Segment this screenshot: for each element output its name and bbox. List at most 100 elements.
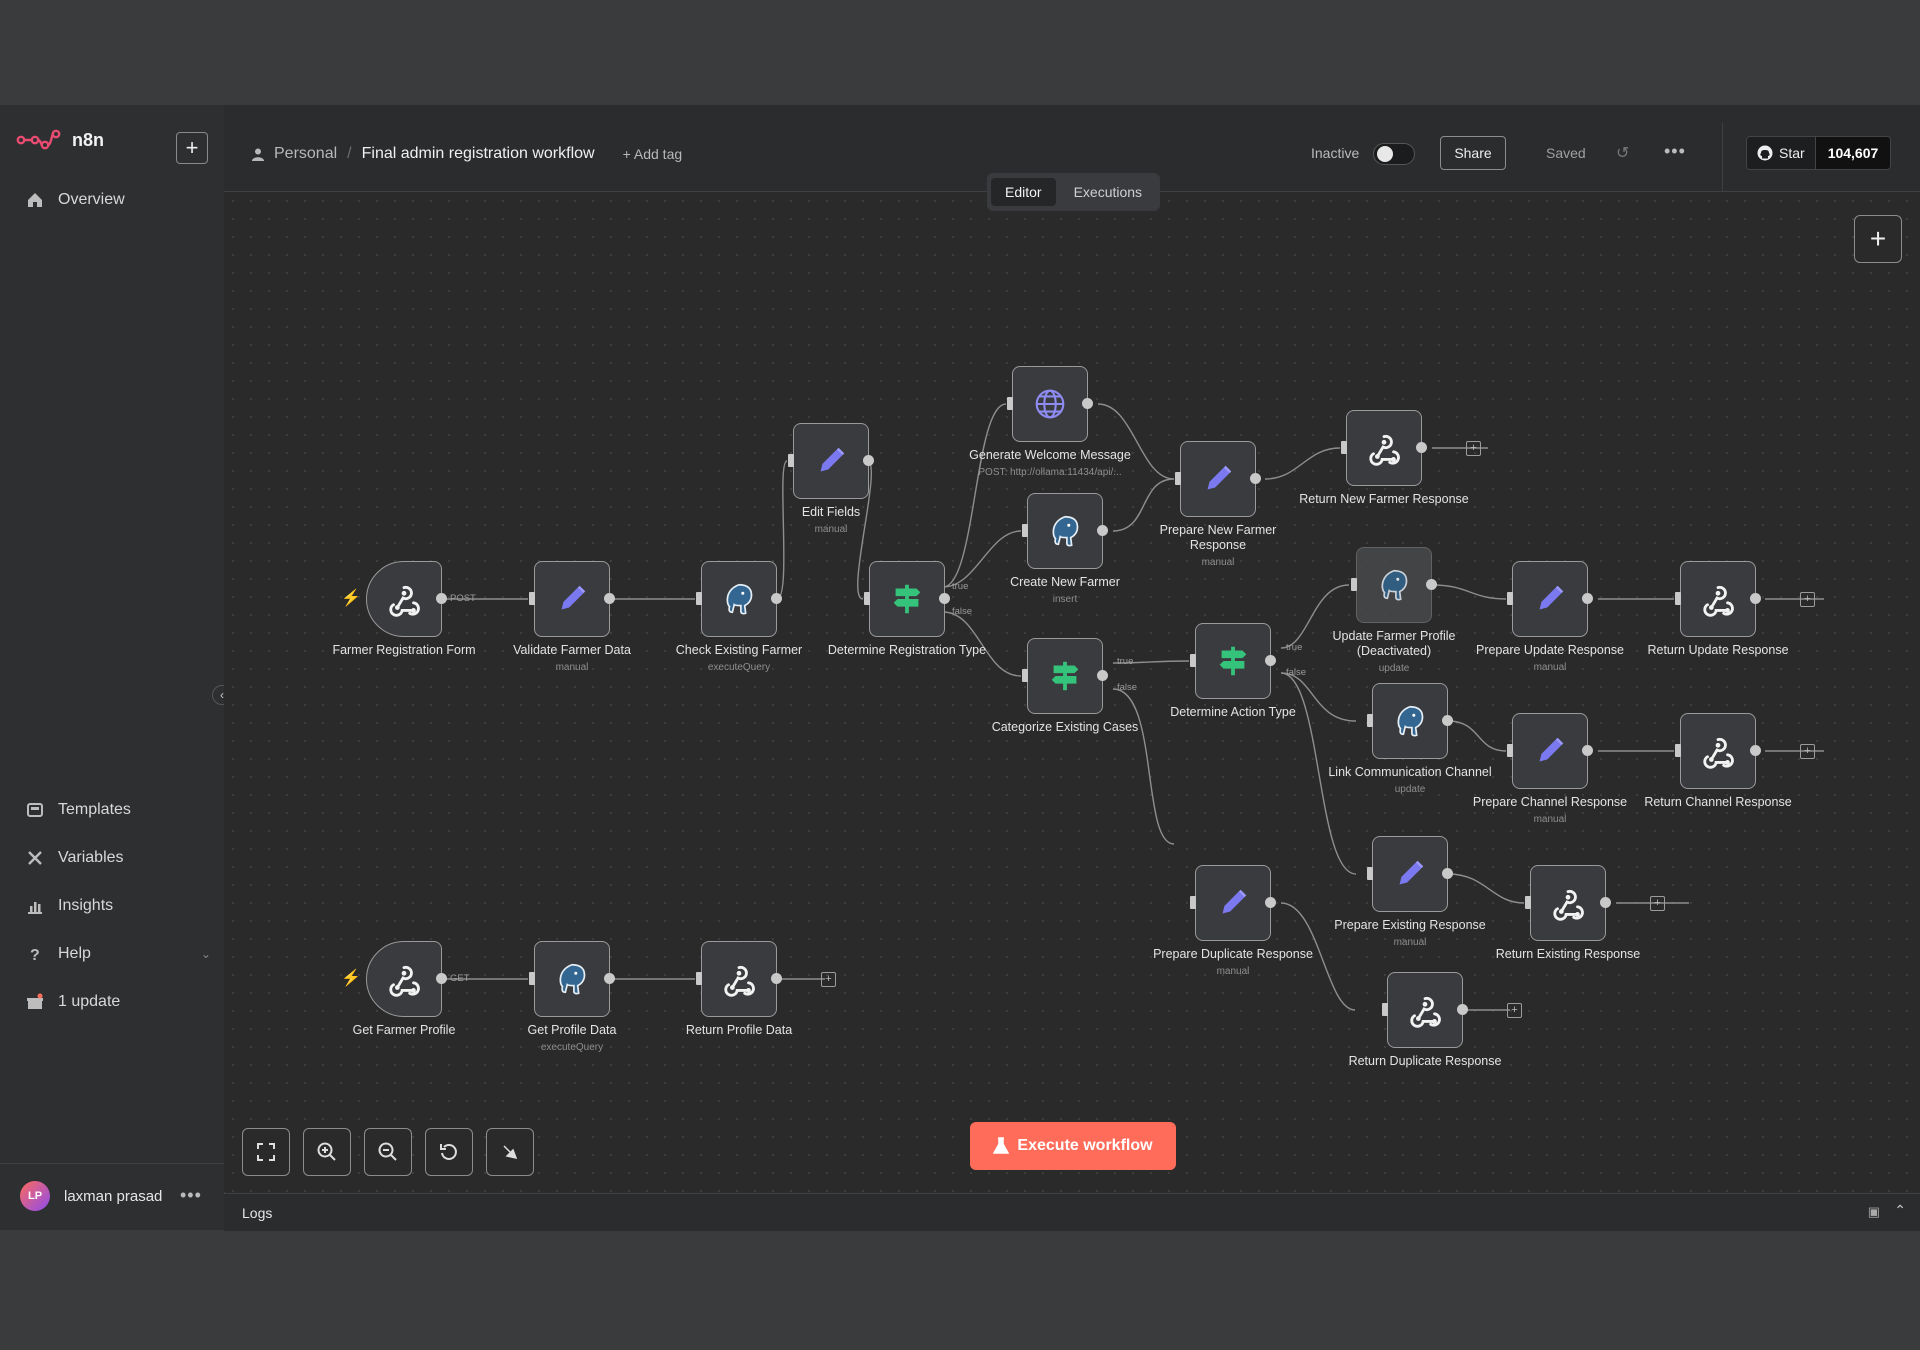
output-port[interactable] <box>1750 745 1761 756</box>
output-port[interactable] <box>1097 525 1108 536</box>
input-port[interactable] <box>1022 524 1028 537</box>
history-icon[interactable]: ↺ <box>1616 143 1629 163</box>
input-port[interactable] <box>1507 744 1513 757</box>
workflow-node[interactable] <box>1027 493 1103 569</box>
tidy-up-button[interactable] <box>486 1128 534 1176</box>
input-port[interactable] <box>1367 714 1373 727</box>
output-port[interactable] <box>771 593 782 604</box>
workflow-node[interactable] <box>366 941 442 1017</box>
add-next-node-button[interactable]: + <box>1507 1003 1522 1018</box>
workflow-node[interactable] <box>1027 638 1103 714</box>
workflow-node[interactable] <box>1680 561 1756 637</box>
create-new-button[interactable]: + <box>176 132 208 164</box>
zoom-in-button[interactable] <box>303 1128 351 1176</box>
input-port[interactable] <box>1007 397 1013 410</box>
input-port[interactable] <box>1525 896 1531 909</box>
output-port[interactable] <box>1426 579 1437 590</box>
input-port[interactable] <box>1675 592 1681 605</box>
add-next-node-button[interactable]: + <box>821 972 836 987</box>
input-port[interactable] <box>1175 472 1181 485</box>
workflow-node[interactable] <box>1512 561 1588 637</box>
input-port[interactable] <box>1382 1003 1388 1016</box>
input-port[interactable] <box>1675 744 1681 757</box>
workflow-more-button[interactable]: ••• <box>1664 141 1686 162</box>
share-button[interactable]: Share <box>1440 136 1506 170</box>
output-port[interactable] <box>1750 593 1761 604</box>
workflow-node[interactable] <box>1195 623 1271 699</box>
input-port[interactable] <box>1351 578 1357 591</box>
output-port[interactable] <box>1600 897 1611 908</box>
workflow-node[interactable] <box>534 941 610 1017</box>
workflow-node[interactable] <box>869 561 945 637</box>
add-next-node-button[interactable]: + <box>1650 896 1665 911</box>
n8n-logo[interactable]: n8n <box>16 129 104 151</box>
input-port[interactable] <box>788 454 794 467</box>
workflow-name[interactable]: Final admin registration workflow <box>362 145 595 163</box>
output-port[interactable] <box>604 973 615 984</box>
sidebar-item-update[interactable]: 1 update <box>26 993 120 1011</box>
input-port[interactable] <box>1507 592 1513 605</box>
output-port[interactable] <box>1265 897 1276 908</box>
execute-workflow-button[interactable]: Execute workflow <box>970 1122 1176 1170</box>
workflow-node[interactable] <box>1530 865 1606 941</box>
workflow-node[interactable] <box>534 561 610 637</box>
input-port[interactable] <box>529 592 535 605</box>
workflow-node[interactable] <box>1680 713 1756 789</box>
output-port[interactable] <box>1250 473 1261 484</box>
add-node-button[interactable]: + <box>1854 215 1902 263</box>
workflow-node[interactable] <box>1387 972 1463 1048</box>
reset-zoom-button[interactable] <box>425 1128 473 1176</box>
input-port[interactable] <box>1190 654 1196 667</box>
popout-icon[interactable]: ▣ <box>1868 1204 1880 1220</box>
workflow-node[interactable] <box>1195 865 1271 941</box>
tab-editor[interactable]: Editor <box>991 178 1056 206</box>
input-port[interactable] <box>864 592 870 605</box>
output-port[interactable] <box>1442 868 1453 879</box>
workflow-node[interactable] <box>701 561 777 637</box>
input-port[interactable] <box>1341 441 1347 454</box>
workflow-node[interactable] <box>1180 441 1256 517</box>
add-next-node-button[interactable]: + <box>1800 744 1815 759</box>
workflow-node[interactable] <box>1372 836 1448 912</box>
output-port[interactable] <box>1442 715 1453 726</box>
add-next-node-button[interactable]: + <box>1466 441 1481 456</box>
output-port[interactable] <box>436 593 447 604</box>
active-toggle[interactable] <box>1373 143 1415 165</box>
output-port[interactable] <box>1457 1004 1468 1015</box>
output-port[interactable] <box>863 455 874 466</box>
output-port[interactable] <box>436 973 447 984</box>
workflow-node[interactable] <box>1512 713 1588 789</box>
input-port[interactable] <box>1367 867 1373 880</box>
github-star-button[interactable]: Star 104,607 <box>1746 136 1892 170</box>
input-port[interactable] <box>696 592 702 605</box>
workflow-node[interactable] <box>701 941 777 1017</box>
workflow-node[interactable] <box>1012 366 1088 442</box>
workflow-node[interactable] <box>1346 410 1422 486</box>
workflow-node[interactable] <box>793 423 869 499</box>
add-tag-button[interactable]: + Add tag <box>623 146 683 162</box>
chevron-up-icon[interactable]: ⌃ <box>1894 1202 1906 1219</box>
input-port[interactable] <box>696 972 702 985</box>
workflow-node[interactable] <box>366 561 442 637</box>
sidebar-item-help[interactable]: ? Help ⌄ <box>26 945 211 963</box>
logs-panel[interactable]: Logs ▣ ⌃ <box>224 1193 1920 1231</box>
user-menu[interactable]: LP laxman prasad <box>20 1181 162 1211</box>
input-port[interactable] <box>1190 896 1196 909</box>
sidebar-item-overview[interactable]: Overview <box>26 191 125 209</box>
user-more-button[interactable]: ••• <box>180 1185 202 1206</box>
output-port[interactable] <box>1265 655 1276 666</box>
sidebar-item-insights[interactable]: Insights <box>26 897 113 915</box>
input-port[interactable] <box>1022 669 1028 682</box>
output-port[interactable] <box>1582 593 1593 604</box>
output-port[interactable] <box>1097 670 1108 681</box>
workflow-node[interactable] <box>1372 683 1448 759</box>
sidebar-item-templates[interactable]: Templates <box>26 801 131 819</box>
project-link[interactable]: Personal <box>274 145 337 163</box>
output-port[interactable] <box>939 593 950 604</box>
output-port[interactable] <box>1582 745 1593 756</box>
tab-executions[interactable]: Executions <box>1060 178 1156 206</box>
sidebar-item-variables[interactable]: Variables <box>26 849 124 867</box>
workflow-canvas[interactable]: POST GET true false true false true fals… <box>224 192 1920 1192</box>
zoom-out-button[interactable] <box>364 1128 412 1176</box>
output-port[interactable] <box>771 973 782 984</box>
